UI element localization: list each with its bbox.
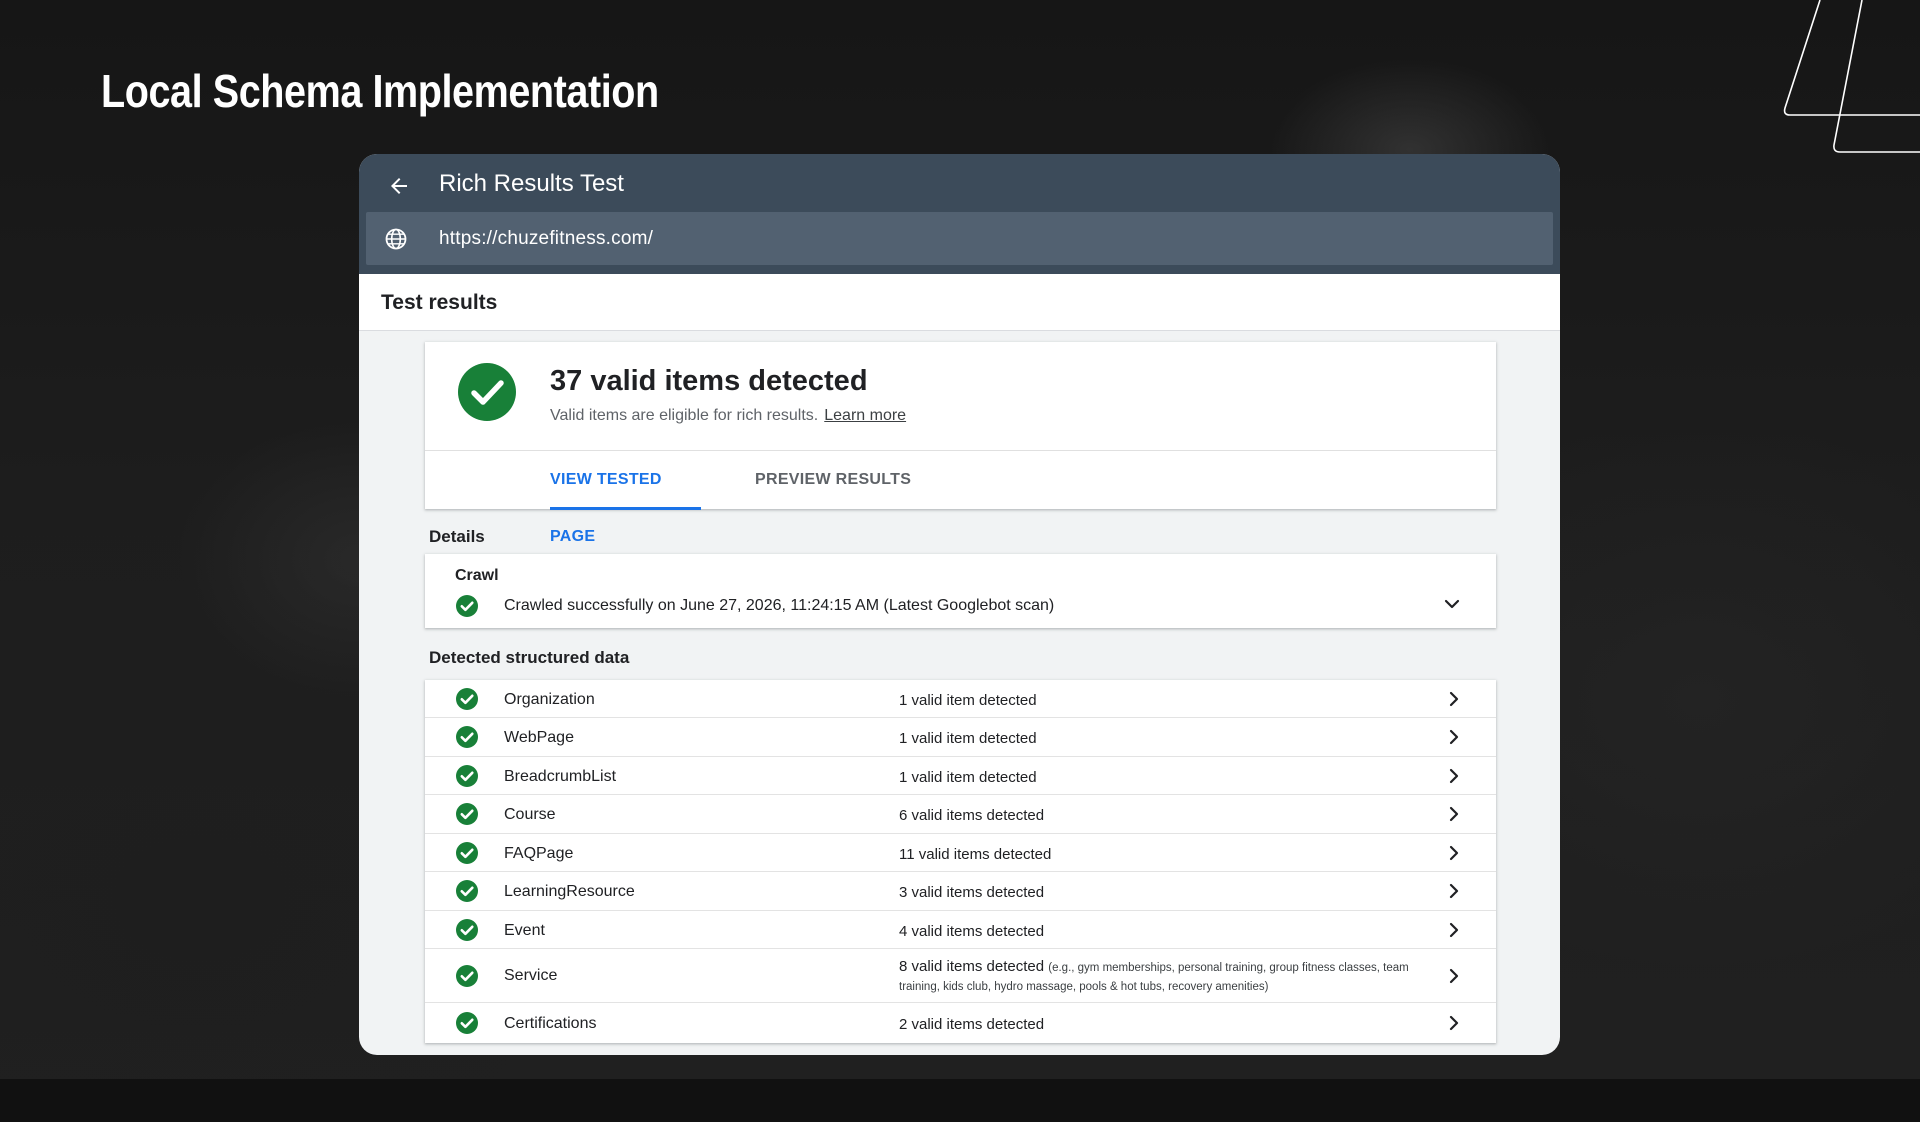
structured-data-count: 1 valid item detected [899,692,1037,709]
check-circle-icon [456,965,478,987]
structured-data-type: Organization [504,691,595,708]
check-circle-icon [456,919,478,941]
slide-bottom-band [0,1079,1920,1122]
tab-preview-results[interactable]: PREVIEW RESULTS [755,451,911,510]
check-circle-icon [456,688,478,710]
structured-data-list: Organization 1 valid item detected WebPa… [425,680,1496,1043]
check-circle-icon [456,765,478,787]
structured-data-type: Event [504,922,545,939]
chevron-down-icon[interactable] [1440,592,1464,616]
chevron-right-icon [1449,968,1459,984]
learn-more-link[interactable]: Learn more [824,407,906,424]
result-tabs: VIEW TESTED PAGE PREVIEW RESULTS [425,450,1496,545]
structured-data-row-service[interactable]: Service 8 valid items detected (e.g., gy… [425,949,1496,1003]
structured-data-row-course[interactable]: Course 6 valid items detected [425,795,1496,834]
chevron-right-icon [1449,768,1459,784]
structured-data-type: BreadcrumbList [504,768,617,785]
chevron-right-icon [1449,806,1459,822]
structured-data-row-event[interactable]: Event 4 valid items detected [425,911,1496,949]
chevron-right-icon [1449,883,1459,899]
check-circle-icon [456,803,478,825]
results-header: Test results [359,274,1560,331]
summary-subtext-label: Valid items are eligible for rich result… [550,407,819,424]
app-title: Rich Results Test [439,170,624,197]
structured-data-count: 4 valid items detected [899,923,1045,940]
app-header: Rich Results Test https://chuzefitness.c… [359,154,1560,274]
summary-subtext: Valid items are eligible for rich result… [550,405,906,427]
check-circle-icon [456,595,478,617]
chevron-right-icon [1449,729,1459,745]
globe-icon [385,228,407,250]
rich-results-screenshot: Rich Results Test https://chuzefitness.c… [359,154,1560,1055]
check-circle-icon [456,880,478,902]
structured-data-count: 6 valid items detected [899,807,1045,824]
decorative-lines [1783,0,1920,153]
check-circle-icon [456,842,478,864]
structured-data-label: Detected structured data [429,648,630,667]
structured-data-type: FAQPage [504,845,574,862]
back-arrow-icon [391,178,407,194]
chevron-right-icon [1449,845,1459,861]
url-text: https://chuzefitness.com/ [439,228,654,249]
structured-data-row-certifications[interactable]: Certifications 2 valid items detected [425,1003,1496,1043]
structured-data-row-learningresource[interactable]: LearningResource 3 valid items detected [425,872,1496,911]
structured-data-type: Course [504,806,556,823]
details-label: Details [429,527,485,546]
structured-data-count: 3 valid items detected [899,884,1045,901]
structured-data-type: Service [504,967,558,984]
crawl-panel[interactable]: Crawl Crawled successfully on June 27, 2… [425,554,1496,628]
structured-data-count: 1 valid item detected [899,769,1037,786]
structured-data-row-organization[interactable]: Organization 1 valid item detected [425,680,1496,718]
structured-data-count: 8 valid items detected [899,958,1045,975]
check-circle-icon [456,726,478,748]
structured-data-row-webpage[interactable]: WebPage 1 valid item detected [425,718,1496,757]
structured-data-count: 11 valid items detected [899,846,1052,863]
structured-data-count: 1 valid item detected [899,730,1037,747]
check-circle-icon [456,1012,478,1034]
structured-data-count-with-note: 8 valid items detected (e.g., gym member… [899,958,1419,996]
structured-data-type: WebPage [504,729,574,746]
tab-view-tested-page[interactable]: VIEW TESTED PAGE [550,451,701,545]
summary-heading: 37 valid items detected [550,365,868,397]
structured-data-count: 2 valid items detected [899,1016,1045,1033]
summary-panel: 37 valid items detected Valid items are … [425,342,1496,545]
structured-data-type: Certifications [504,1015,597,1032]
chevron-right-icon [1449,1015,1459,1031]
check-circle-icon [458,363,516,421]
chevron-right-icon [1449,691,1459,707]
structured-data-row-breadcrumblist[interactable]: BreadcrumbList 1 valid item detected [425,757,1496,795]
crawl-status-text: Crawled successfully on June 27, 2026, 1… [504,597,1055,614]
structured-data-row-faqpage[interactable]: FAQPage 11 valid items detected [425,834,1496,872]
back-button[interactable] [381,168,417,204]
structured-data-type: LearningResource [504,883,635,900]
url-field[interactable]: https://chuzefitness.com/ [366,212,1553,265]
slide-title: Local Schema Implementation [101,65,659,117]
results-title: Test results [381,291,498,314]
crawl-title: Crawl [455,567,499,584]
chevron-right-icon [1449,922,1459,938]
